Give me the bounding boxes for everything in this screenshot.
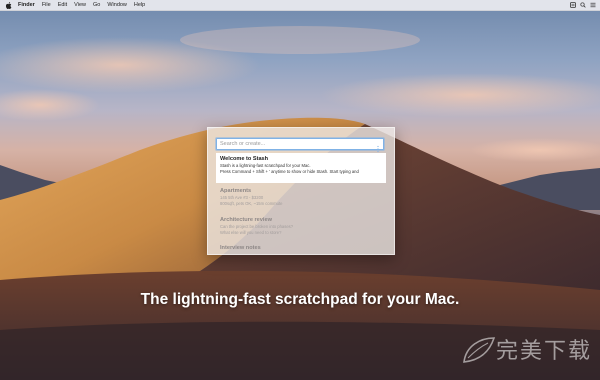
note-title: Interview notes <box>220 245 261 251</box>
note-preview-line: Press Command + Shift + ' anytime to sho… <box>220 169 359 174</box>
marketing-tagline: The lightning-fast scratchpad for your M… <box>140 291 460 308</box>
note-item-selected[interactable]: Welcome to Stash Stash is a lightning-fa… <box>216 153 386 183</box>
note-title: Welcome to Stash <box>220 156 269 162</box>
menu-go[interactable]: Go <box>93 0 100 10</box>
menu-edit[interactable]: Edit <box>58 0 67 10</box>
more-options-icon[interactable] <box>375 140 381 153</box>
spotlight-search-icon[interactable] <box>580 2 586 8</box>
menu-view[interactable]: View <box>74 0 86 10</box>
note-title: Apartments <box>220 188 252 194</box>
note-item[interactable]: Apartments 145 5th Ave #3 - $3200 800sqf… <box>216 188 390 207</box>
note-item[interactable]: Architecture review Can the project be b… <box>216 217 390 236</box>
menu-bar: Finder File Edit View Go Window Help <box>0 0 600 11</box>
desktop: Finder File Edit View Go Window Help Sea… <box>0 0 600 380</box>
stash-menubar-icon[interactable] <box>570 2 576 8</box>
note-title: Architecture review <box>220 217 272 223</box>
notification-center-icon[interactable] <box>590 2 596 8</box>
note-preview-line: 800sqft, pets OK, ~15m commute <box>220 201 283 206</box>
search-field <box>216 138 384 153</box>
menu-file[interactable]: File <box>42 0 51 10</box>
menu-window[interactable]: Window <box>107 0 127 10</box>
watermark-text: 完美下载 <box>496 339 593 364</box>
note-item[interactable]: Interview notes <box>216 245 390 252</box>
search-input[interactable] <box>217 139 373 149</box>
stash-window: Welcome to Stash Stash is a lightning-fa… <box>207 127 395 255</box>
menu-help[interactable]: Help <box>134 0 145 10</box>
menu-finder[interactable]: Finder <box>18 0 35 10</box>
apple-logo-icon[interactable] <box>6 1 12 9</box>
menubar-status-area <box>570 0 596 10</box>
note-preview-line: What else will you need to store? <box>220 230 282 235</box>
